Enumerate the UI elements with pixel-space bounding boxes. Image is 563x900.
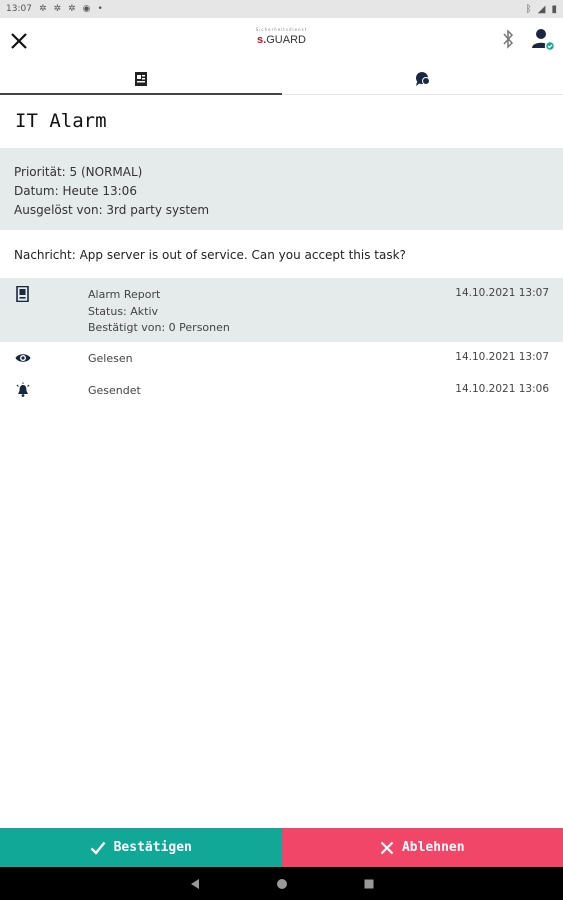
reject-button[interactable]: Ablehnen <box>281 828 563 867</box>
status-bar: 13:07 ✲ ✲ ✲ ◉ • ᛒ ◢ ▮ <box>0 0 563 18</box>
accept-button[interactable]: Bestätigen <box>0 828 282 867</box>
dot-icon: • <box>97 4 103 14</box>
history-confirmed: Bestätigt von: 0 Personen <box>88 321 230 334</box>
notification-icon: ✲ <box>53 4 62 14</box>
user-icon <box>532 29 556 52</box>
notification-icon: ✲ <box>38 4 47 14</box>
list-item[interactable]: Alarm Report Status: Aktiv Bestätigt von… <box>0 278 563 342</box>
history-title: Gesendet <box>88 384 141 397</box>
accept-label: Bestätigen <box>113 840 192 855</box>
tab-details[interactable] <box>0 64 282 95</box>
status-time: 13:07 <box>6 4 32 14</box>
bell-icon <box>16 382 30 397</box>
tab-chat[interactable] <box>282 64 563 94</box>
chat-icon <box>416 72 431 86</box>
bluetooth-status-icon: ᛒ <box>525 3 532 15</box>
history-status: Status: Aktiv <box>88 304 159 318</box>
history-date: 14.10.2021 13:07 <box>455 351 549 363</box>
app-logo: Sicherheitsdienst s.GUARD <box>256 26 307 46</box>
history-title: Gelesen <box>88 352 133 365</box>
report-icon <box>16 286 29 302</box>
history-list: Alarm Report Status: Aktiv Bestätigt von… <box>0 278 563 406</box>
logo-tagline: Sicherheitsdienst <box>255 27 308 32</box>
list-item[interactable]: Gelesen 14.10.2021 13:07 <box>0 342 563 374</box>
alarm-triggered-by: Ausgelöst von: 3rd party system <box>14 203 210 217</box>
close-icon <box>380 841 394 854</box>
profile-button[interactable] <box>531 27 556 55</box>
home-nav-button[interactable] <box>276 878 288 890</box>
alarm-date: Datum: Heute 13:06 <box>14 184 137 198</box>
reject-label: Ablehnen <box>401 840 465 855</box>
alarm-meta: Priorität: 5 (NORMAL) Datum: Heute 13:06… <box>0 148 563 230</box>
alarm-title: IT Alarm <box>15 110 107 132</box>
eye-icon <box>15 354 31 362</box>
alarm-priority: Priorität: 5 (NORMAL) <box>14 165 143 179</box>
history-date: 14.10.2021 13:06 <box>455 383 549 395</box>
recents-nav-button[interactable] <box>363 878 375 890</box>
action-bar: Bestätigen Ablehnen <box>0 828 563 867</box>
back-nav-button[interactable] <box>189 878 201 890</box>
document-icon <box>134 72 147 86</box>
check-icon <box>90 841 106 855</box>
sync-icon: ◉ <box>82 4 91 14</box>
system-nav-bar <box>0 867 563 900</box>
history-title: Alarm Report <box>88 288 161 301</box>
battery-icon: ▮ <box>551 3 557 15</box>
logo-text: s.GUARD <box>257 34 306 46</box>
alarm-message: Nachricht: App server is out of service.… <box>14 248 406 262</box>
notification-icon: ✲ <box>68 4 76 14</box>
list-item[interactable]: Gesendet 14.10.2021 13:06 <box>0 374 563 406</box>
close-icon <box>11 33 27 49</box>
history-date: 14.10.2021 13:07 <box>455 287 549 299</box>
close-button[interactable] <box>8 30 30 52</box>
bluetooth-button[interactable] <box>501 29 515 53</box>
app-bar: Sicherheitsdienst s.GUARD <box>0 18 563 64</box>
tab-bar <box>0 64 563 95</box>
bluetooth-icon <box>503 29 514 49</box>
signal-icon: ◢ <box>537 3 546 15</box>
